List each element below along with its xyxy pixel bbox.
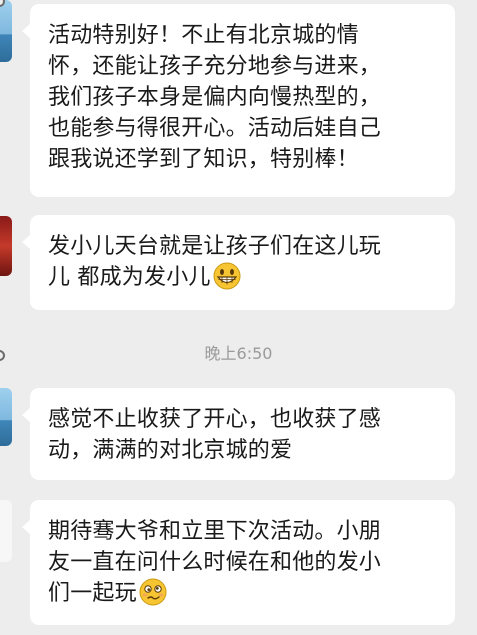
message-text-line: 我们孩子本身是偏内向慢热型的， bbox=[48, 85, 382, 110]
grinning-face-emoji-icon bbox=[213, 262, 241, 299]
message-text: 儿 都成为发小儿 bbox=[48, 265, 211, 290]
avatar[interactable] bbox=[0, 500, 12, 562]
message-bubble[interactable]: 感觉不止收获了开心，也收获了感 动，满满的对北京城的爱 bbox=[22, 388, 455, 480]
message-text-line: 动，满满的对北京城的爱 bbox=[48, 438, 293, 463]
message-bubble[interactable]: 期待骞大爷和立里下次活动。小朋 友一直在问什么时候在和他的发小 们一起玩 bbox=[22, 500, 455, 625]
message-text-line: 感觉不止收获了开心，也收获了感 bbox=[48, 407, 382, 432]
message-text-line: 活动特别好！不止有北京城的情 bbox=[48, 23, 359, 48]
avatar[interactable] bbox=[0, 216, 12, 276]
timestamp: 晚上6:50 bbox=[204, 344, 273, 363]
message-text-line: 也能参与得很开心。活动后娃自己 bbox=[48, 116, 382, 141]
avatar[interactable] bbox=[0, 0, 12, 62]
message-text-line: 跟我说还学到了知识，特别棒！ bbox=[48, 147, 359, 172]
woozy-face-emoji-icon bbox=[139, 578, 167, 615]
message-text-line: 们一起玩 bbox=[48, 578, 437, 615]
message-text-line: 儿 都成为发小儿 bbox=[48, 262, 437, 299]
avatar[interactable] bbox=[0, 388, 12, 446]
message-text-line: 友一直在问什么时候在和他的发小 bbox=[48, 550, 382, 575]
message-bubble[interactable]: 活动特别好！不止有北京城的情 怀，还能让孩子充分地参与进来， 我们孩子本身是偏内… bbox=[22, 4, 455, 197]
message-bubble[interactable]: 发小儿天台就是让孩子们在这儿玩 儿 都成为发小儿 bbox=[22, 215, 455, 310]
message-text-line: 发小儿天台就是让孩子们在这儿玩 bbox=[48, 234, 382, 259]
message-text: 们一起玩 bbox=[48, 581, 137, 606]
message-text-line: 怀，还能让孩子充分地参与进来， bbox=[48, 54, 382, 79]
message-text-line: 期待骞大爷和立里下次活动。小朋 bbox=[48, 519, 382, 544]
